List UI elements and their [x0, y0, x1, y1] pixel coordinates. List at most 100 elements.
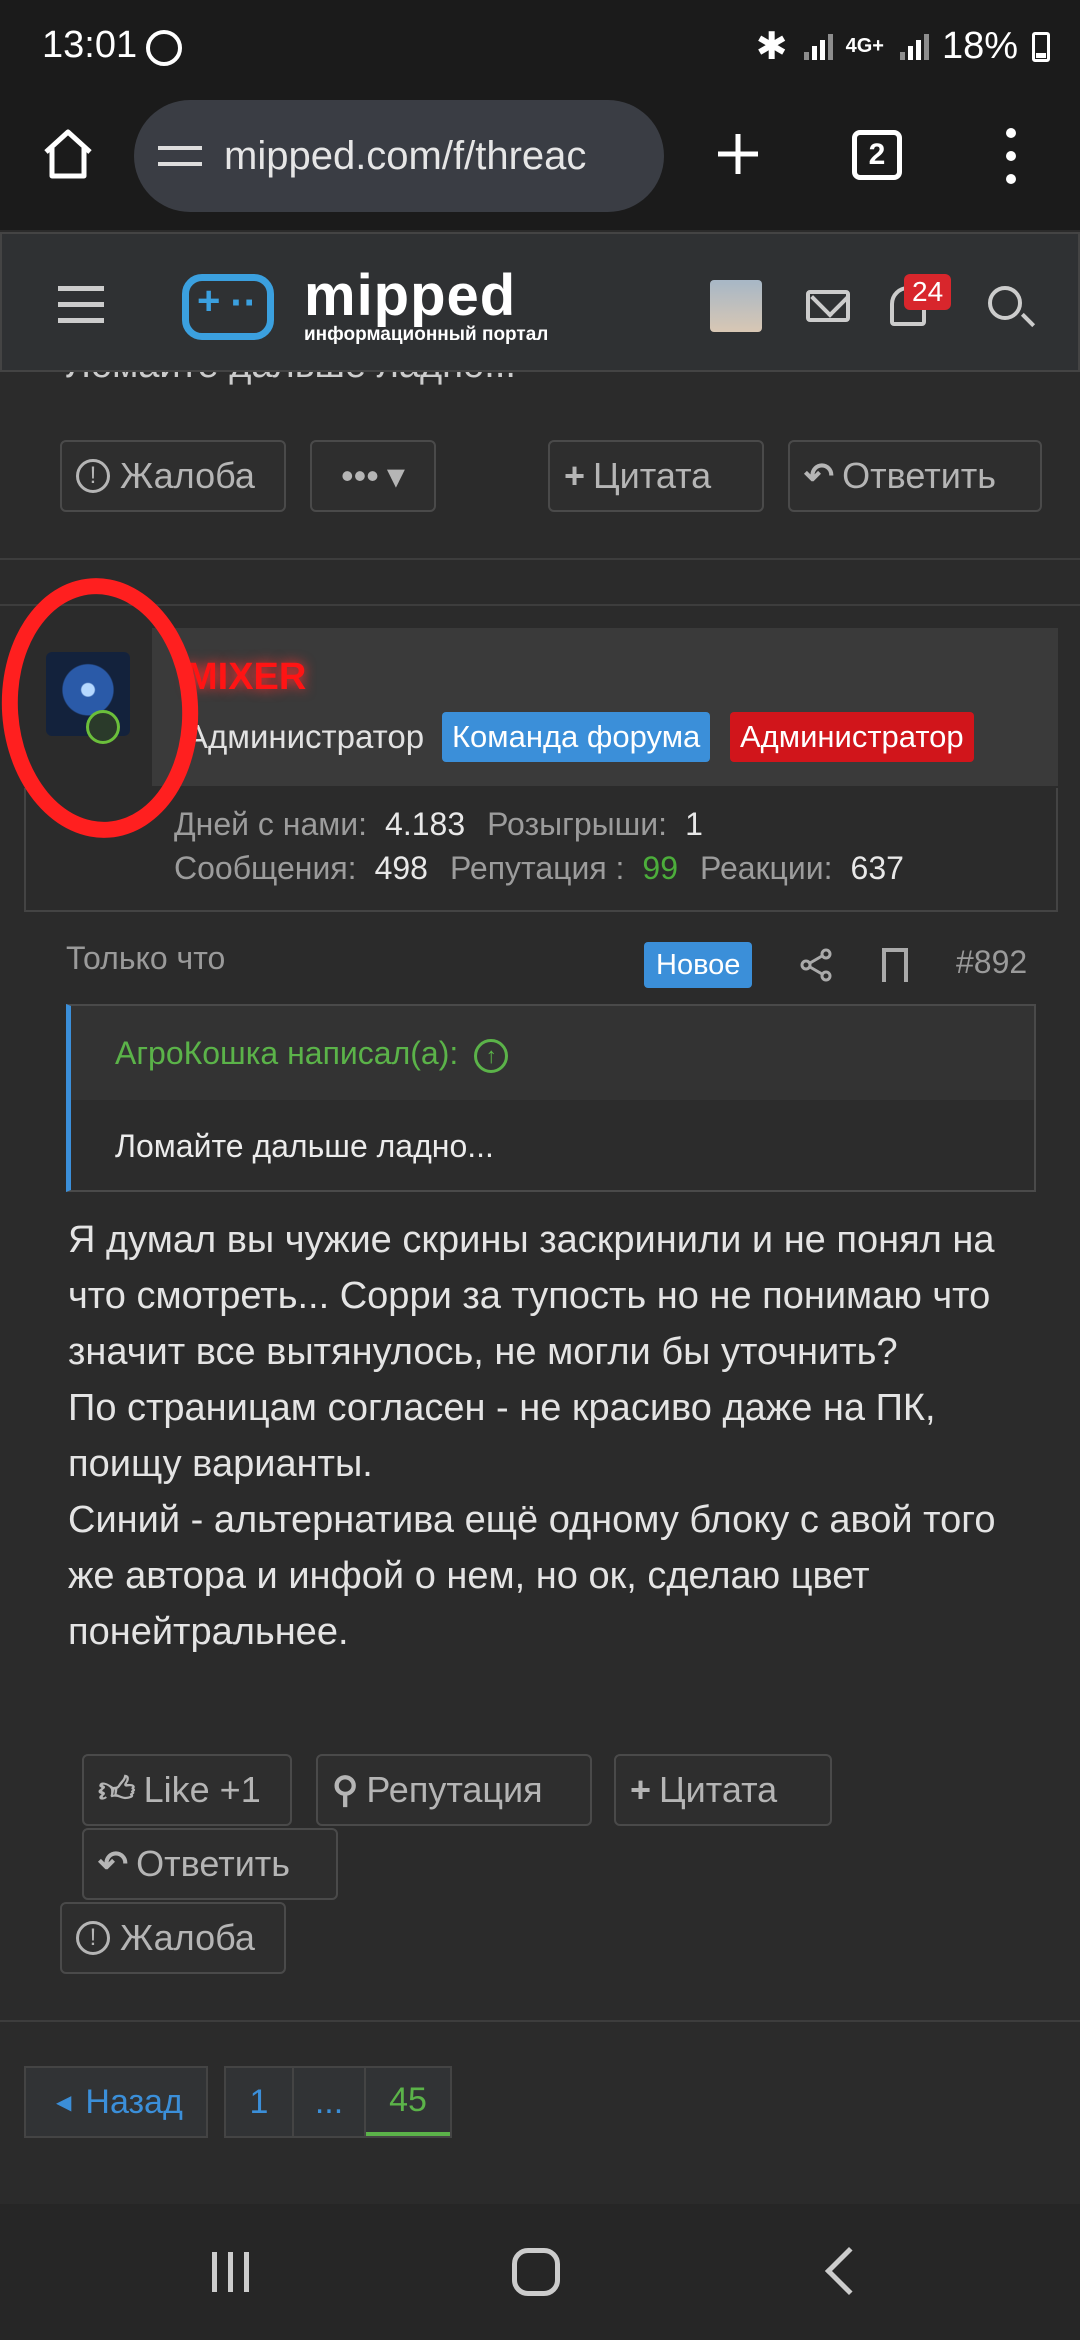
plus-icon: [718, 134, 758, 174]
battery-icon: [1032, 31, 1050, 62]
bookmark-icon[interactable]: [882, 948, 908, 982]
signal-icon-2: [898, 32, 929, 62]
plus-icon: +: [564, 455, 586, 496]
reply-button[interactable]: ↶ Ответить: [82, 1828, 338, 1900]
back-nav-icon[interactable]: [824, 2246, 874, 2296]
home-nav-icon[interactable]: [512, 2248, 560, 2296]
quote-button[interactable]: + Цитата: [614, 1754, 832, 1826]
user-stats-row-1: Дней с нами: 4.183 Розыгрыши: 1: [174, 806, 725, 843]
chevron-left-icon: ◀: [56, 2091, 72, 2114]
tab-switcher-button[interactable]: 2: [852, 130, 902, 180]
logo-tagline: информационный портал: [304, 324, 549, 345]
divider: [0, 558, 1080, 560]
report-label: Жалоба: [120, 455, 255, 496]
days-label: Дней с нами:: [174, 806, 368, 842]
messages-value: 498: [374, 850, 428, 886]
home-icon: [44, 129, 92, 179]
new-badge: Новое: [644, 942, 753, 988]
reactions-label: Реакции:: [700, 850, 833, 886]
quote-block: АгроКошка написал(а): ↑ Ломайте дальше ла…: [66, 1004, 1036, 1192]
post-body: Я думал вы чужие скрины заскринили и не …: [68, 1212, 1048, 1660]
giveaways-label: Розыгрыши:: [487, 806, 668, 842]
banner-team: Команда форума: [442, 712, 711, 762]
browser-menu-button[interactable]: [1006, 128, 1016, 184]
reply-icon: ↶: [98, 1843, 129, 1884]
reply-button[interactable]: ↶ Ответить: [788, 440, 1042, 512]
post-date[interactable]: Только что: [66, 940, 225, 977]
site-settings-icon[interactable]: [158, 138, 202, 174]
user-stats-row-2: Сообщения: 498 Репутация : 99 Реакции: 637: [174, 850, 926, 887]
page-current[interactable]: 45: [366, 2068, 450, 2136]
days-value: 4.183: [385, 806, 466, 842]
user-title: Администратор: [186, 718, 425, 755]
pagination-back-button[interactable]: ◀ Назад: [24, 2066, 208, 2138]
alert-icon: !: [76, 1921, 110, 1955]
page-ellipsis[interactable]: ...: [294, 2068, 366, 2136]
url-text: mipped.com/f/threac: [224, 133, 587, 178]
logo-name: mipped: [304, 263, 517, 328]
like-label: Like +1: [143, 1769, 261, 1810]
search-icon[interactable]: [988, 286, 1022, 320]
reply-label: Ответить: [842, 455, 997, 496]
quote-header[interactable]: АгроКошка написал(а): ↑: [71, 1006, 1034, 1100]
site-logo[interactable]: mipped информационный портал: [182, 263, 549, 346]
new-tab-button[interactable]: [710, 126, 766, 187]
like-button[interactable]: 👍︎ Like +1: [82, 1754, 292, 1826]
mail-icon[interactable]: [806, 290, 850, 322]
report-button[interactable]: ! Жалоба: [60, 440, 286, 512]
search-icon: ⚲: [332, 1769, 359, 1810]
messages-label: Сообщения:: [174, 850, 357, 886]
more-label: •••: [341, 455, 379, 496]
account-avatar[interactable]: [710, 280, 762, 332]
notification-badge: 24: [904, 274, 952, 310]
username[interactable]: MIXER: [186, 656, 306, 699]
battery-percent: 18%: [941, 25, 1018, 67]
reply-label: Ответить: [136, 1843, 291, 1884]
browser-toolbar: mipped.com/f/threac 2: [0, 100, 1080, 230]
divider: [0, 604, 1080, 606]
thumbs-up-icon: 👍︎: [98, 1769, 136, 1810]
recent-apps-icon[interactable]: [210, 2252, 254, 2292]
report-button[interactable]: ! Жалоба: [60, 1902, 286, 1974]
status-time: 13:01: [42, 24, 138, 66]
divider: [0, 2020, 1080, 2022]
bluetooth-icon: ✱: [755, 26, 788, 68]
user-info-box: [152, 628, 1058, 786]
quote-label: Цитата: [659, 1769, 778, 1810]
network-type: 4G+: [845, 35, 884, 57]
more-button[interactable]: ••• ▾: [310, 440, 436, 512]
post-paragraph: Я думал вы чужие скрины заскринили и не …: [68, 1219, 995, 1373]
plus-icon: +: [630, 1769, 652, 1810]
post-paragraph: По страницам согласен - не красиво даже …: [68, 1387, 936, 1485]
site-header: mipped информационный портал 24: [0, 232, 1080, 372]
giveaways-value: 1: [685, 806, 703, 842]
post-number[interactable]: #892: [956, 944, 1027, 981]
chevron-down-icon: ▾: [386, 455, 405, 496]
page-link[interactable]: 1: [226, 2068, 294, 2136]
reputation-button[interactable]: ⚲ Репутация: [316, 1754, 592, 1826]
reactions-value: 637: [850, 850, 904, 886]
status-bar: 13:01 ✱ 4G+ 18%: [0, 0, 1080, 100]
quote-author[interactable]: АгроКошка написал(а):: [115, 1035, 458, 1071]
address-bar[interactable]: mipped.com/f/threac: [134, 100, 664, 212]
signal-icon: [802, 32, 833, 62]
reputation-button-label: Репутация: [366, 1769, 543, 1810]
system-nav-bar: [0, 2204, 1080, 2340]
home-button[interactable]: [40, 126, 96, 182]
quote-label: Цитата: [593, 455, 712, 496]
reputation-label: Репутация :: [449, 850, 625, 886]
back-label: Назад: [85, 2082, 183, 2121]
share-icon[interactable]: [800, 948, 834, 982]
quote-text: Ломайте дальше ладно...: [115, 1128, 494, 1164]
arrow-up-icon[interactable]: ↑: [474, 1038, 509, 1073]
reply-icon: ↶: [804, 455, 835, 496]
pagination: 1 ... 45: [224, 2066, 452, 2138]
hamburger-menu-icon[interactable]: [58, 286, 104, 334]
reputation-value: 99: [642, 850, 679, 886]
report-label: Жалоба: [120, 1917, 255, 1958]
quote-button[interactable]: + Цитата: [548, 440, 764, 512]
post-paragraph: Синий - альтернатива ещё одному блоку с …: [68, 1499, 996, 1653]
whatsapp-icon: [146, 30, 182, 66]
banner-admin: Администратор: [730, 712, 974, 762]
gamepad-logo-icon: [182, 274, 274, 340]
